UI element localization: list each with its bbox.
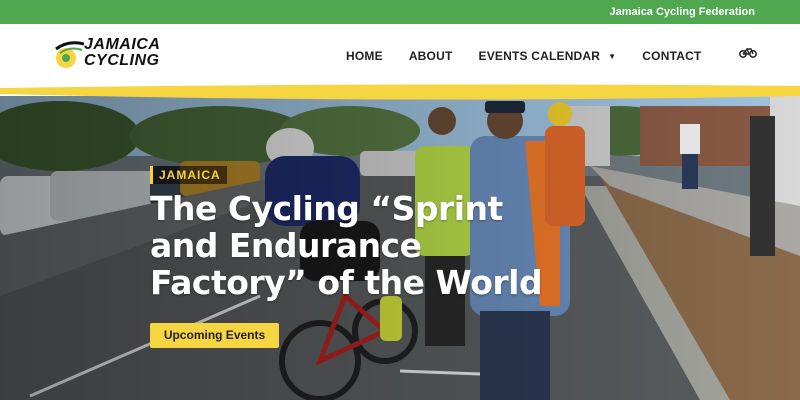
nav-home[interactable]: HOME [346,49,383,63]
nav-home-label: HOME [346,49,383,63]
logo-line-1: JAMAICA [84,36,161,53]
bicycle-icon[interactable] [739,46,757,58]
nav-about-label: ABOUT [408,49,453,63]
top-bar: Jamaica Cycling Federation [0,0,800,24]
upcoming-events-button[interactable]: Upcoming Events [150,323,279,348]
nav-events-label: EVENTS CALENDAR [478,49,601,63]
hero-tag: JAMAICA [150,166,227,184]
nav-contact[interactable]: CONTACT [642,49,701,63]
chevron-down-icon: ▼ [608,51,617,61]
hero-banner: JAMAICA The Cycling “Sprint and Enduranc… [0,96,800,400]
wheel-logo-icon [55,41,84,68]
nav-about[interactable]: ABOUT [409,49,453,63]
logo-line-2: CYCLING [84,52,160,69]
logo-wordmark: JAMAICA CYCLING [84,37,160,69]
nav-contact-label: CONTACT [642,49,702,63]
federation-label: Jamaica Cycling Federation [609,6,756,18]
site-logo[interactable]: JAMAICA CYCLING [54,37,184,73]
main-nav: HOME ABOUT EVENTS CALENDAR ▼ CONTACT [346,24,727,88]
yellow-wave-divider [0,84,800,100]
nav-events-calendar[interactable]: EVENTS CALENDAR ▼ [478,49,616,63]
site-header: JAMAICA CYCLING HOME ABOUT EVENTS CALEND… [0,24,800,88]
hero-headline: The Cycling “Sprint and Endurance Factor… [150,189,543,302]
